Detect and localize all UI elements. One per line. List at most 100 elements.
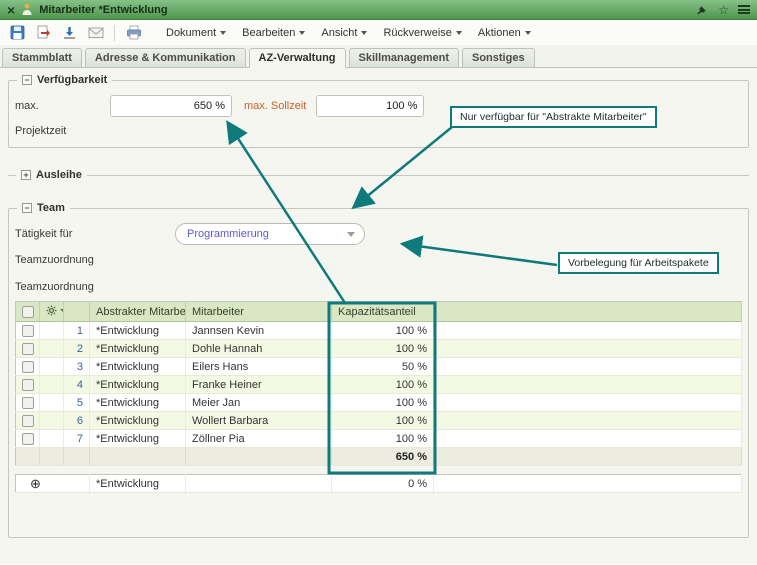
new-row-capacity[interactable]: 0 %	[332, 475, 434, 493]
row-name: Wollert Barbara	[186, 412, 332, 430]
row-number: 7	[64, 430, 90, 448]
row-checkbox[interactable]	[22, 325, 34, 337]
row-number: 2	[64, 340, 90, 358]
table-row[interactable]: 5 *Entwicklung Meier Jan 100 %	[16, 394, 742, 412]
taetigkeit-select[interactable]: Programmierung	[175, 223, 365, 245]
table-row[interactable]: 4 *Entwicklung Franke Heiner 100 %	[16, 376, 742, 394]
table-row[interactable]: 7 *Entwicklung Zöllner Pia 100 %	[16, 430, 742, 448]
row-capacity: 100 %	[332, 412, 434, 430]
team-table: Abstrakter Mitarbeiter Mitarbeiter Kapaz…	[15, 301, 742, 466]
row-checkbox[interactable]	[22, 343, 34, 355]
row-checkbox[interactable]	[22, 433, 34, 445]
row-capacity: 50 %	[332, 358, 434, 376]
menu-dokument[interactable]: Dokument	[158, 24, 234, 42]
row-abstract: *Entwicklung	[90, 322, 186, 340]
row-checkbox[interactable]	[22, 361, 34, 373]
new-row-name[interactable]	[186, 475, 332, 493]
row-name: Zöllner Pia	[186, 430, 332, 448]
menu-icon[interactable]	[738, 5, 750, 14]
projektzeit-label: Projektzeit	[15, 125, 66, 137]
section-title: Verfügbarkeit	[37, 73, 107, 87]
add-row-icon[interactable]: ⊕	[30, 476, 41, 491]
tab-skillmanagement[interactable]: Skillmanagement	[349, 48, 459, 68]
table-row[interactable]: 1 *Entwicklung Jannsen Kevin 100 %	[16, 322, 742, 340]
row-number: 3	[64, 358, 90, 376]
row-abstract: *Entwicklung	[90, 430, 186, 448]
row-abstract: *Entwicklung	[90, 376, 186, 394]
tab-sonstiges[interactable]: Sonstiges	[462, 48, 535, 68]
close-icon[interactable]: ×	[7, 3, 15, 17]
sum-row: 650 %	[16, 448, 742, 466]
menu-bearbeiten[interactable]: Bearbeiten	[234, 24, 313, 42]
expand-icon[interactable]: +	[21, 170, 31, 180]
row-abstract: *Entwicklung	[90, 412, 186, 430]
menu-aktionen[interactable]: Aktionen	[470, 24, 539, 42]
section-team-legend: − Team	[17, 201, 70, 215]
row-checkbox[interactable]	[22, 397, 34, 409]
pin-icon[interactable]	[696, 3, 709, 16]
row-capacity: 100 %	[332, 340, 434, 358]
row-name: Dohle Hannah	[186, 340, 332, 358]
max-input[interactable]	[110, 95, 232, 117]
chevron-down-icon	[220, 31, 226, 35]
chevron-down-icon	[361, 31, 367, 35]
tabbar: Stammblatt Adresse & Kommunikation AZ-Ve…	[0, 45, 757, 68]
row-number: 5	[64, 394, 90, 412]
export-icon[interactable]	[32, 22, 55, 43]
table-row[interactable]: 3 *Entwicklung Eilers Hans 50 %	[16, 358, 742, 376]
team-table-body: 1 *Entwicklung Jannsen Kevin 100 % 2 *En…	[16, 322, 742, 448]
collapse-icon[interactable]: −	[22, 75, 32, 85]
row-number: 6	[64, 412, 90, 430]
menu-label: Rückverweise	[383, 27, 451, 39]
gear-icon[interactable]	[46, 305, 64, 316]
column-header-kapazitaetsanteil[interactable]: Kapazitätsanteil	[332, 302, 434, 322]
taetigkeit-fuer-label: Tätigkeit für	[15, 228, 175, 240]
print-icon[interactable]	[122, 22, 145, 43]
menu-label: Bearbeiten	[242, 27, 295, 39]
table-row[interactable]: 6 *Entwicklung Wollert Barbara 100 %	[16, 412, 742, 430]
max-label: max.	[15, 100, 110, 112]
table-header-row: Abstrakter Mitarbeiter Mitarbeiter Kapaz…	[16, 302, 742, 322]
tab-adresse-kommunikation[interactable]: Adresse & Kommunikation	[85, 48, 246, 68]
toolbar-separator	[114, 25, 115, 41]
section-title: Team	[37, 201, 65, 215]
tab-az-verwaltung[interactable]: AZ-Verwaltung	[249, 48, 346, 68]
menu-label: Ansicht	[321, 27, 357, 39]
column-header-mitarbeiter[interactable]: Mitarbeiter	[186, 302, 332, 322]
section-ausleihe: + Ausleihe	[8, 175, 749, 176]
table-row[interactable]: 2 *Entwicklung Dohle Hannah 100 %	[16, 340, 742, 358]
row-name: Meier Jan	[186, 394, 332, 412]
row-capacity: 100 %	[332, 322, 434, 340]
row-number: 1	[64, 322, 90, 340]
section-title: Ausleihe	[36, 168, 82, 182]
star-icon[interactable]: ☆	[718, 4, 729, 16]
chevron-down-icon	[525, 31, 531, 35]
section-ausleihe-legend: + Ausleihe	[16, 168, 87, 182]
row-number: 4	[64, 376, 90, 394]
download-icon[interactable]	[58, 22, 81, 43]
new-entry-row: ⊕ *Entwicklung 0 %	[15, 474, 742, 493]
section-verfuegbarkeit-legend: − Verfügbarkeit	[17, 73, 112, 87]
chevron-down-icon	[60, 309, 64, 312]
new-row-abstract[interactable]: *Entwicklung	[90, 475, 186, 493]
mail-icon[interactable]	[84, 22, 107, 43]
max-sollzeit-input[interactable]	[316, 95, 424, 117]
menu-rueckverweise[interactable]: Rückverweise	[375, 24, 469, 42]
row-abstract: *Entwicklung	[90, 358, 186, 376]
column-header-abstrakter-mitarbeiter[interactable]: Abstrakter Mitarbeiter	[90, 302, 186, 322]
tab-stammblatt[interactable]: Stammblatt	[2, 48, 82, 68]
collapse-icon[interactable]: −	[22, 203, 32, 213]
save-icon[interactable]	[6, 22, 29, 43]
capacity-sum: 650 %	[332, 448, 434, 466]
row-capacity: 100 %	[332, 430, 434, 448]
row-checkbox[interactable]	[22, 415, 34, 427]
new-row: ⊕ *Entwicklung 0 %	[16, 475, 742, 493]
row-name: Franke Heiner	[186, 376, 332, 394]
app-window: × Mitarbeiter *Entwicklung ☆	[0, 0, 757, 565]
menu-ansicht[interactable]: Ansicht	[313, 24, 375, 42]
annotation-arbeitspakete: Vorbelegung für Arbeitspakete	[558, 252, 719, 274]
row-checkbox[interactable]	[22, 379, 34, 391]
column-header-filler	[434, 302, 742, 322]
chevron-down-icon	[299, 31, 305, 35]
select-all-checkbox[interactable]	[22, 306, 34, 318]
